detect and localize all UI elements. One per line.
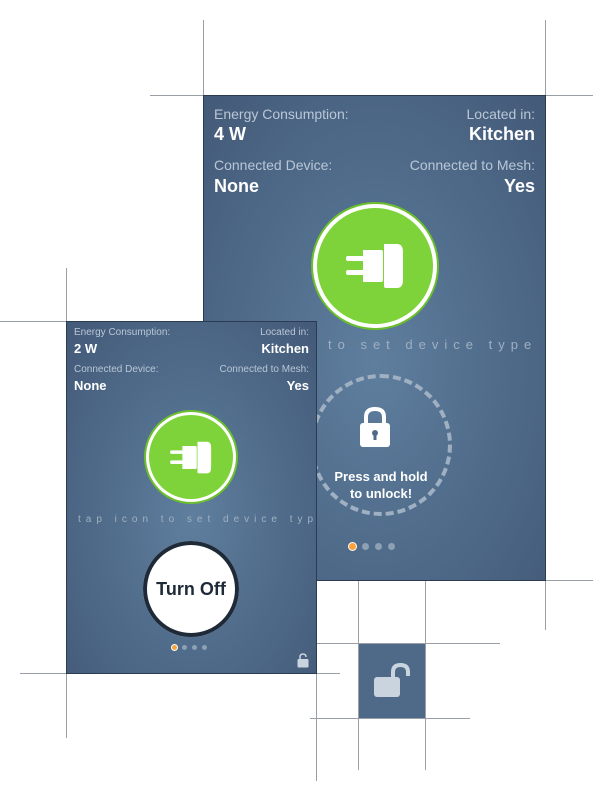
plug-icon [346, 244, 403, 288]
located-in-value: Kitchen [261, 341, 309, 356]
located-in-label: Located in: [466, 106, 536, 122]
page-dot[interactable] [192, 645, 197, 650]
page-indicator [349, 543, 395, 550]
guide-line [545, 20, 546, 630]
energy-consumption-label: Energy Consumption: [74, 327, 171, 338]
unlock-instruction-line2: to unlock! [349, 486, 413, 501]
lock-open-icon [374, 663, 410, 697]
connected-device-value: None [214, 176, 259, 196]
lock-icon [360, 406, 390, 447]
guide-line [425, 580, 426, 770]
guide-line [300, 580, 593, 581]
guide-line [20, 673, 340, 674]
small-device-panel: Energy Consumption: 2 W Located in: Kitc… [67, 322, 316, 673]
energy-consumption-value: 4 W [214, 124, 247, 144]
energy-consumption-label: Energy Consumption: [214, 106, 349, 122]
located-in-value: Kitchen [468, 124, 535, 144]
page-indicator [172, 645, 207, 650]
connected-device-value: None [74, 378, 107, 393]
unlock-instruction-line1: Press and hold [334, 469, 428, 484]
set-device-type-hint: to set device type [328, 337, 538, 352]
lock-open-icon[interactable] [297, 653, 309, 668]
energy-consumption-value: 2 W [74, 341, 98, 356]
page-dot[interactable] [172, 645, 177, 650]
connected-to-mesh-value: Yes [503, 176, 535, 196]
page-dot[interactable] [362, 543, 369, 550]
guide-line [310, 718, 470, 719]
connected-to-mesh-label: Connected to Mesh: [219, 364, 310, 375]
device-type-button[interactable] [149, 415, 233, 499]
located-in-label: Located in: [260, 327, 309, 338]
unlock-icon-tile[interactable] [359, 644, 425, 718]
plug-icon [170, 441, 212, 473]
tap-icon-hint: tap icon to set device type [78, 514, 316, 525]
unlock-instruction: Press and hold to unlock! [310, 468, 452, 502]
connected-to-mesh-label: Connected to Mesh: [409, 157, 535, 173]
page-dot[interactable] [182, 645, 187, 650]
turn-off-button[interactable]: Turn Off [143, 541, 239, 637]
connected-device-label: Connected Device: [214, 157, 333, 173]
page-dot[interactable] [349, 543, 356, 550]
device-type-button[interactable] [317, 208, 433, 324]
connected-device-label: Connected Device: [74, 364, 159, 375]
page-dot[interactable] [202, 645, 207, 650]
connected-to-mesh-value: Yes [286, 378, 309, 393]
page-dot[interactable] [388, 543, 395, 550]
page-dot[interactable] [375, 543, 382, 550]
